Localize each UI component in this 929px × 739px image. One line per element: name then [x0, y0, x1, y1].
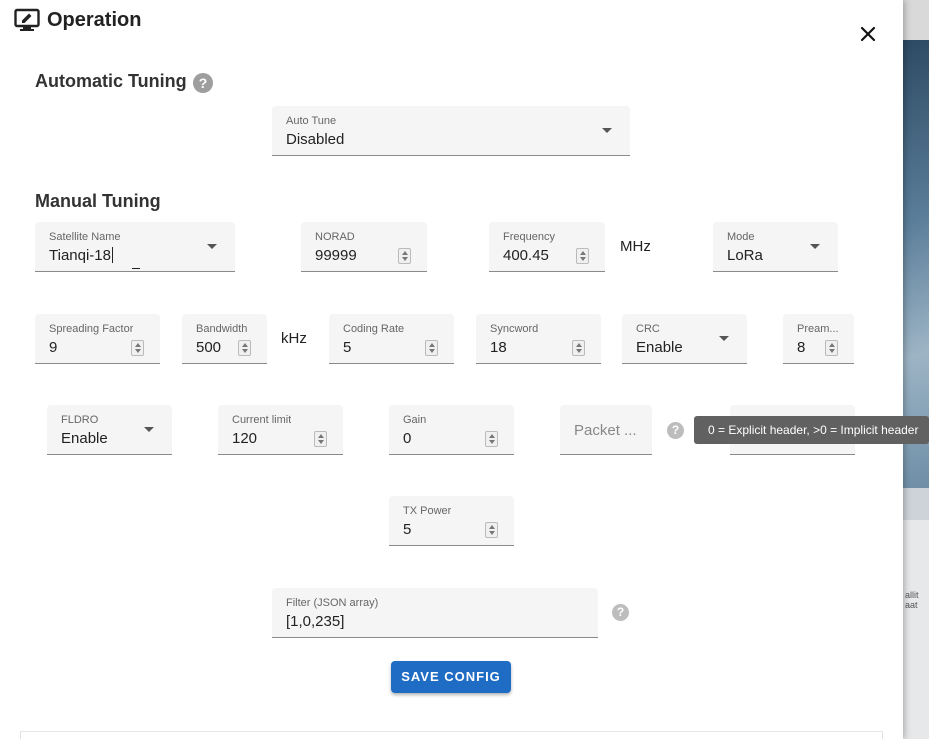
bottom-panel-edge [20, 731, 883, 739]
tx-power-input[interactable]: TX Power 5 [389, 496, 514, 546]
bandwidth-input[interactable]: Bandwidth 500 [182, 314, 267, 364]
bandwidth-label: Bandwidth [196, 323, 248, 335]
satellite-name-label: Satellite Name [49, 231, 121, 243]
chevron-down-icon [144, 427, 154, 432]
coding-rate-input[interactable]: Coding Rate 5 [329, 314, 454, 364]
current-limit-label: Current limit [232, 414, 292, 426]
coding-rate-label: Coding Rate [343, 323, 405, 335]
mode-value: LoRa [727, 247, 763, 264]
header-tooltip: 0 = Explicit header, >0 = Implicit heade… [694, 416, 929, 444]
save-config-button[interactable]: SAVE CONFIG [391, 661, 511, 693]
number-spinner[interactable] [576, 248, 589, 264]
frequency-input[interactable]: Frequency 400.45 [489, 222, 605, 272]
auto-tune-value: Disabled [286, 131, 345, 148]
chevron-down-icon [602, 128, 612, 133]
preamble-input[interactable]: Pream... 8 [783, 314, 854, 364]
bandwidth-unit: kHz [281, 330, 307, 347]
text-cursor [111, 247, 113, 263]
number-spinner[interactable] [398, 248, 411, 264]
text-underline-mark [132, 268, 140, 269]
auto-tune-select[interactable]: Auto Tune Disabled [272, 106, 630, 156]
fldro-value: Enable [61, 430, 108, 447]
number-spinner[interactable] [131, 340, 144, 356]
background-app: allit aat [903, 0, 929, 739]
chevron-down-icon [207, 244, 217, 249]
chevron-down-icon [810, 244, 820, 249]
syncword-value: 18 [490, 339, 507, 356]
filter-input[interactable]: Filter (JSON array) [1,0,235] [272, 588, 598, 638]
norad-label: NORAD [315, 231, 355, 243]
background-text: allit aat [905, 590, 919, 610]
frequency-value: 400.45 [503, 247, 549, 264]
syncword-input[interactable]: Syncword 18 [476, 314, 601, 364]
satellite-name-value: Tianqi-18 [49, 247, 113, 264]
spreading-factor-value: 9 [49, 339, 58, 356]
filter-label: Filter (JSON array) [286, 597, 379, 609]
tx-power-value: 5 [403, 521, 412, 538]
satellite-name-select[interactable]: Satellite Name Tianqi-18 [35, 222, 235, 272]
auto-tune-label: Auto Tune [286, 115, 337, 127]
spreading-factor-label: Spreading Factor [49, 323, 134, 335]
background-header [903, 0, 929, 40]
fldro-select[interactable]: FLDRO Enable [47, 405, 172, 455]
preamble-value: 8 [797, 339, 806, 356]
filter-value: [1,0,235] [286, 613, 345, 630]
crc-value: Enable [636, 339, 683, 356]
number-spinner[interactable] [485, 522, 498, 538]
gain-label: Gain [403, 414, 427, 426]
dialog-header: Operation [14, 8, 141, 32]
norad-input[interactable]: NORAD 99999 [301, 222, 427, 272]
syncword-label: Syncword [490, 323, 539, 335]
dialog-title: Operation [47, 8, 142, 31]
crc-label: CRC [636, 323, 660, 335]
crc-select[interactable]: CRC Enable [622, 314, 747, 364]
mode-label: Mode [727, 231, 755, 243]
bandwidth-value: 500 [196, 339, 222, 356]
number-spinner[interactable] [825, 340, 838, 356]
number-spinner[interactable] [314, 431, 327, 447]
norad-value: 99999 [315, 247, 357, 264]
preamble-label: Pream... [797, 323, 839, 335]
help-icon[interactable]: ? [667, 422, 684, 439]
frequency-unit: MHz [620, 238, 651, 255]
fldro-label: FLDRO [61, 414, 99, 426]
manual-tuning-heading: Manual Tuning [35, 191, 161, 211]
number-spinner[interactable] [425, 340, 438, 356]
tx-power-label: TX Power [403, 505, 452, 517]
number-spinner[interactable] [485, 431, 498, 447]
help-icon[interactable]: ? [193, 73, 213, 93]
current-limit-value: 120 [232, 430, 258, 447]
gain-value: 0 [403, 430, 412, 447]
spreading-factor-input[interactable]: Spreading Factor 9 [35, 314, 160, 364]
monitor-edit-icon [14, 8, 40, 31]
help-icon[interactable]: ? [612, 604, 629, 621]
current-limit-input[interactable]: Current limit 120 [218, 405, 343, 455]
mode-select[interactable]: Mode LoRa [713, 222, 838, 272]
background-panel-lower [903, 520, 929, 739]
packet-length-input[interactable]: Packet ... [560, 405, 652, 455]
number-spinner[interactable] [238, 340, 251, 356]
automatic-tuning-heading: Automatic Tuning [35, 71, 187, 91]
close-icon[interactable] [856, 22, 880, 46]
gain-input[interactable]: Gain 0 [389, 405, 514, 455]
coding-rate-value: 5 [343, 339, 352, 356]
operation-dialog: Operation Automatic Tuning ? Auto Tune D… [0, 0, 929, 739]
frequency-label: Frequency [503, 231, 555, 243]
packet-length-placeholder: Packet ... [574, 422, 637, 439]
number-spinner[interactable] [572, 340, 585, 356]
chevron-down-icon [719, 336, 729, 341]
